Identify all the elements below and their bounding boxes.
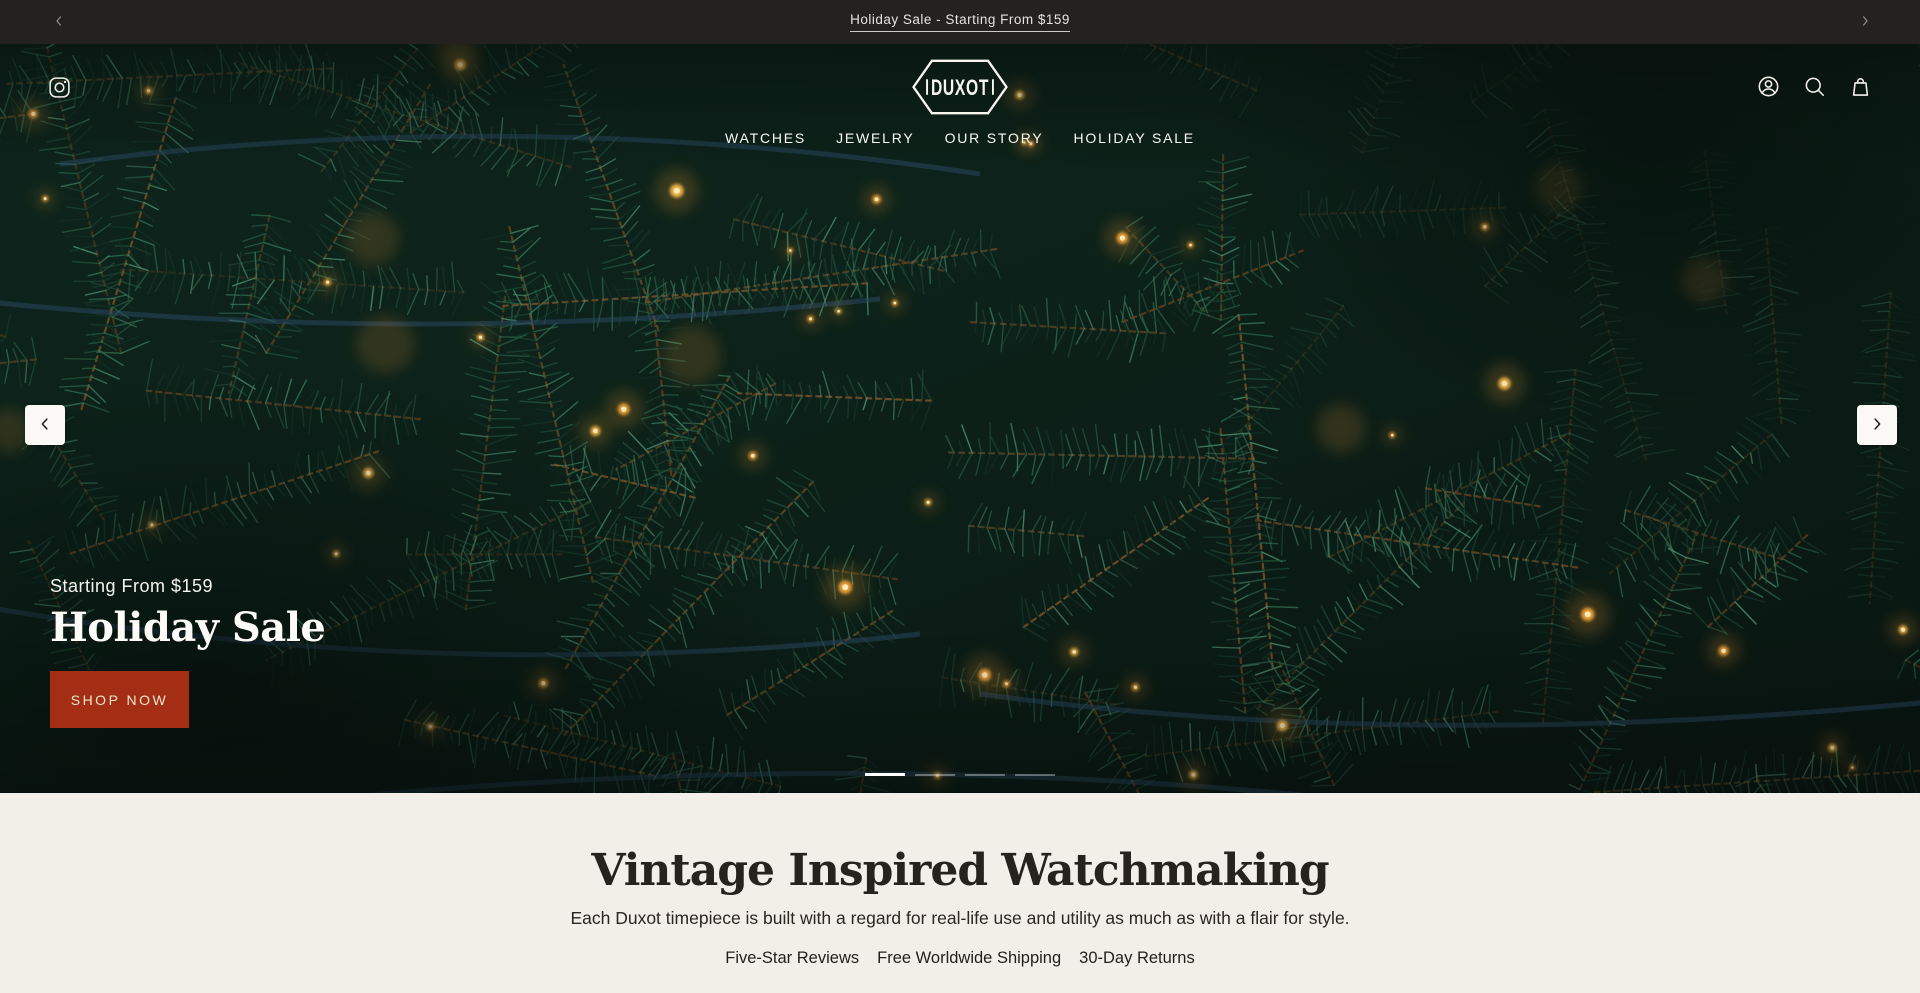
- hero-content: Starting From $159 Holiday Sale SHOP NOW: [50, 576, 325, 728]
- chevron-left-icon: [52, 14, 66, 31]
- chevron-right-icon: [1858, 14, 1872, 31]
- carousel-prev-button[interactable]: [25, 405, 65, 445]
- carousel-dot-4[interactable]: [1015, 774, 1055, 776]
- feature-five-star-reviews: Five-Star Reviews: [725, 949, 859, 968]
- main-nav: WATCHES JEWELRY OUR STORY HOLIDAY SALE: [0, 130, 1920, 146]
- account-button[interactable]: [1756, 74, 1781, 102]
- cart-button[interactable]: [1848, 74, 1873, 102]
- carousel-dots: [865, 773, 1055, 776]
- carousel-next-button[interactable]: [1857, 405, 1897, 445]
- announcement-link[interactable]: Holiday Sale - Starting From $159: [850, 12, 1070, 32]
- search-button[interactable]: [1802, 74, 1827, 102]
- account-icon: [1756, 74, 1781, 102]
- intro-title: Vintage Inspired Watchmaking: [0, 793, 1920, 895]
- carousel-dot-2[interactable]: [915, 774, 955, 776]
- nav-item-our-story[interactable]: OUR STORY: [945, 130, 1044, 146]
- logo-text: DUXOT: [931, 75, 989, 100]
- intro-subtitle: Each Duxot timepiece is built with a reg…: [0, 908, 1920, 929]
- nav-item-jewelry[interactable]: JEWELRY: [836, 130, 914, 146]
- hero-carousel: DUXOT WATCHES JEWELRY OU: [0, 44, 1920, 793]
- nav-item-holiday-sale[interactable]: HOLIDAY SALE: [1073, 130, 1194, 146]
- search-icon: [1802, 74, 1827, 102]
- announcement-prev-button[interactable]: [50, 13, 68, 31]
- chevron-right-icon: [1868, 415, 1886, 436]
- carousel-dot-1[interactable]: [865, 773, 905, 776]
- chevron-left-icon: [36, 415, 54, 436]
- cart-bag-icon: [1848, 74, 1873, 102]
- hero-eyebrow: Starting From $159: [50, 576, 325, 597]
- nav-item-watches[interactable]: WATCHES: [725, 130, 806, 146]
- instagram-icon: [47, 75, 72, 103]
- brand-logo[interactable]: DUXOT: [911, 56, 1009, 118]
- header-icon-group: [1756, 74, 1873, 102]
- announcement-next-button[interactable]: [1856, 13, 1874, 31]
- intro-features: Five-Star Reviews Free Worldwide Shippin…: [0, 949, 1920, 968]
- hero-title: Holiday Sale: [50, 604, 325, 651]
- feature-30-day-returns: 30-Day Returns: [1079, 949, 1195, 968]
- announcement-bar: Holiday Sale - Starting From $159: [0, 0, 1920, 44]
- intro-section: Vintage Inspired Watchmaking Each Duxot …: [0, 793, 1920, 993]
- feature-free-worldwide-shipping: Free Worldwide Shipping: [877, 949, 1061, 968]
- shop-now-button[interactable]: SHOP NOW: [50, 671, 189, 728]
- carousel-dot-3[interactable]: [965, 774, 1005, 776]
- instagram-button[interactable]: [47, 75, 72, 103]
